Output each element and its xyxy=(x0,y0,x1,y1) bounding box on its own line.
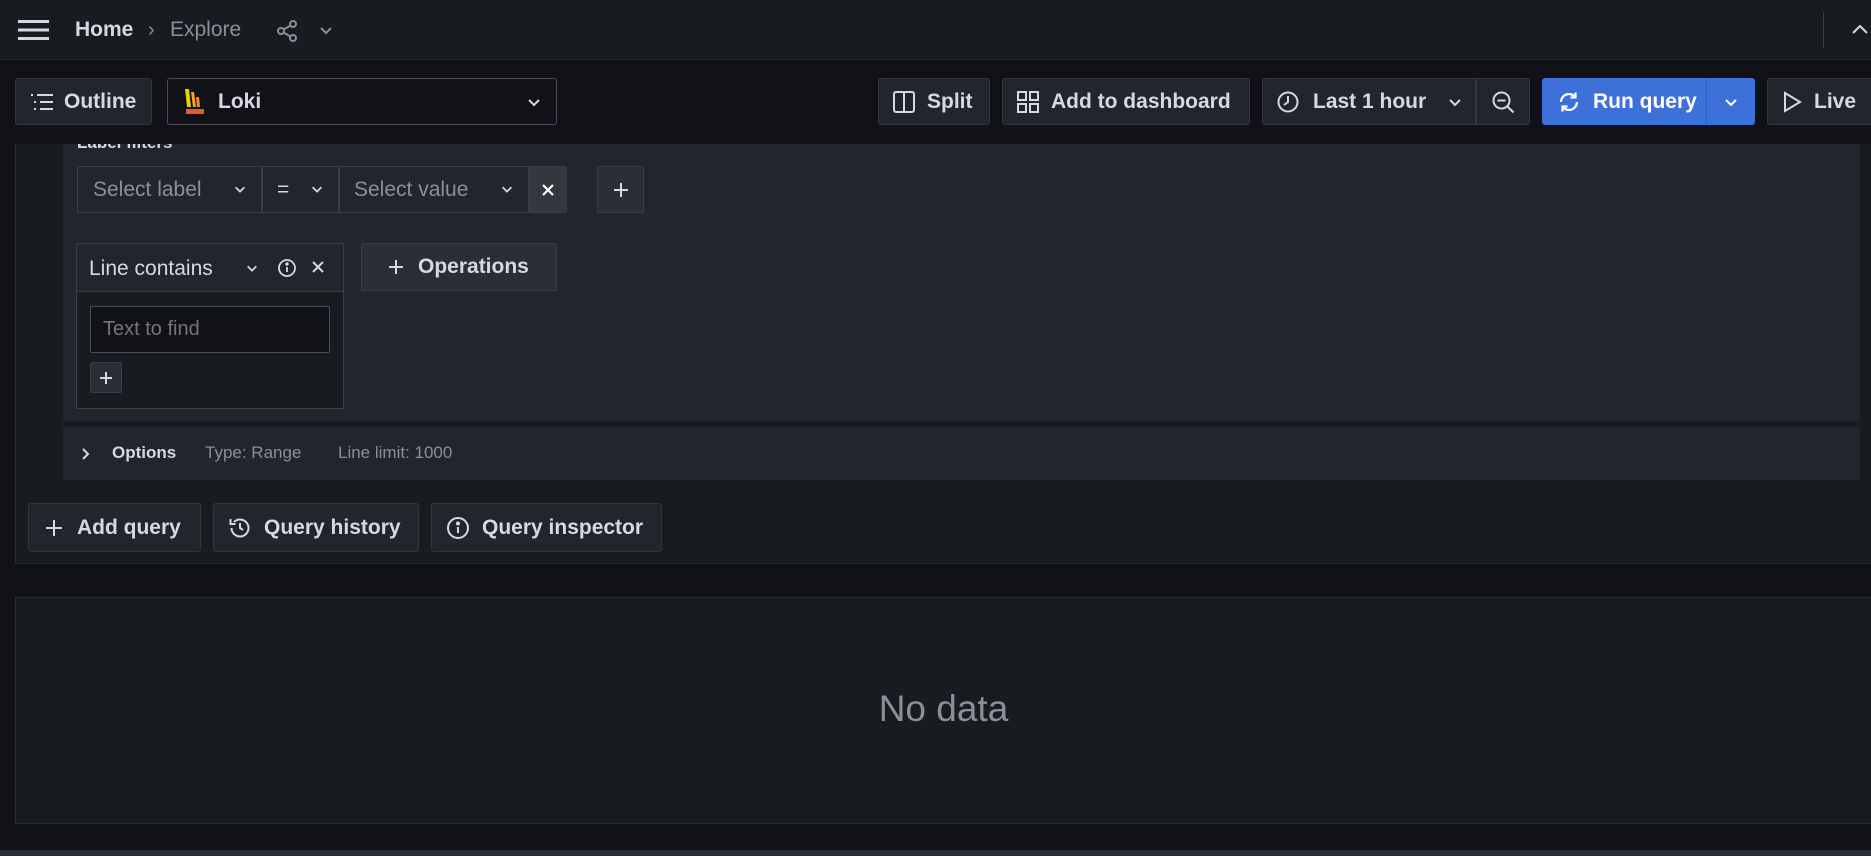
select-label-dropdown[interactable]: Select label xyxy=(77,166,262,213)
breadcrumb-explore: Explore xyxy=(170,18,242,41)
operation-card-header: Line contains xyxy=(77,244,343,292)
close-icon[interactable] xyxy=(311,260,325,274)
time-range-picker[interactable]: Last 1 hour xyxy=(1262,78,1476,125)
add-query-button[interactable]: Add query xyxy=(28,503,201,552)
chevron-down-icon xyxy=(1447,94,1463,110)
run-query-options-button[interactable] xyxy=(1706,78,1755,125)
query-options-row[interactable]: Options Type: Range Line limit: 1000 xyxy=(63,427,1860,480)
menu-icon[interactable] xyxy=(18,18,50,42)
query-history-button[interactable]: Query history xyxy=(213,503,419,552)
select-value-dropdown[interactable]: Select value xyxy=(339,166,529,213)
add-filter-button[interactable] xyxy=(597,166,644,213)
share-icon[interactable] xyxy=(275,19,299,43)
refresh-icon xyxy=(1557,90,1581,114)
plus-icon xyxy=(388,259,404,275)
options-type: Type: Range xyxy=(205,443,302,462)
options-label: Options xyxy=(112,443,177,462)
breadcrumb-home[interactable]: Home xyxy=(75,17,133,43)
outline-button[interactable]: Outline xyxy=(15,78,152,125)
zoom-out-button[interactable] xyxy=(1476,78,1530,125)
split-button[interactable]: Split xyxy=(878,78,990,125)
plus-icon xyxy=(99,371,113,385)
split-icon xyxy=(893,90,915,113)
history-icon xyxy=(228,516,252,540)
info-icon xyxy=(446,516,470,540)
plus-icon xyxy=(612,181,630,199)
query-inspector-button[interactable]: Query inspector xyxy=(431,503,662,552)
run-query-button[interactable]: Run query xyxy=(1542,78,1706,125)
options-line-limit: Line limit: 1000 xyxy=(338,443,453,462)
divider xyxy=(1823,12,1824,48)
live-button[interactable]: Live xyxy=(1767,78,1871,125)
chevron-down-icon xyxy=(526,94,542,110)
loki-logo-icon xyxy=(182,87,208,117)
operation-card-line-contains: Line contains xyxy=(76,243,344,409)
list-icon xyxy=(30,93,54,111)
clock-icon xyxy=(1277,91,1299,113)
chevron-down-icon xyxy=(310,182,324,196)
info-icon[interactable] xyxy=(277,258,297,278)
chevron-down-icon xyxy=(500,182,514,196)
chevron-down-icon[interactable] xyxy=(318,22,334,38)
chevron-down-icon[interactable] xyxy=(245,261,259,275)
no-data-message: No data xyxy=(878,688,1009,729)
chevron-down-icon xyxy=(233,182,247,196)
bottom-scrollbar xyxy=(0,850,1871,856)
chevron-up-icon[interactable] xyxy=(1851,22,1869,38)
chevron-right-icon xyxy=(81,447,91,461)
top-nav-bar: Home › Explore xyxy=(0,0,1871,60)
add-to-dashboard-button[interactable]: Add to dashboard xyxy=(1002,78,1250,125)
add-operation-button[interactable]: Operations xyxy=(361,243,557,291)
grid-icon xyxy=(1017,90,1039,113)
remove-filter-button[interactable] xyxy=(529,166,567,213)
plus-icon xyxy=(45,519,63,537)
operator-dropdown[interactable]: = xyxy=(262,166,339,213)
chevron-down-icon xyxy=(1723,94,1739,110)
label-filters-title: Label filters xyxy=(77,144,172,154)
chevron-right-icon: › xyxy=(148,19,155,41)
add-param-button[interactable] xyxy=(90,362,122,393)
text-to-find-input[interactable] xyxy=(90,306,330,353)
zoom-out-icon xyxy=(1491,90,1515,114)
results-panel: No data xyxy=(15,597,1871,824)
operation-title[interactable]: Line contains xyxy=(89,257,213,281)
close-icon xyxy=(541,183,555,197)
play-icon xyxy=(1782,90,1802,113)
datasource-picker[interactable]: Loki xyxy=(167,78,557,125)
